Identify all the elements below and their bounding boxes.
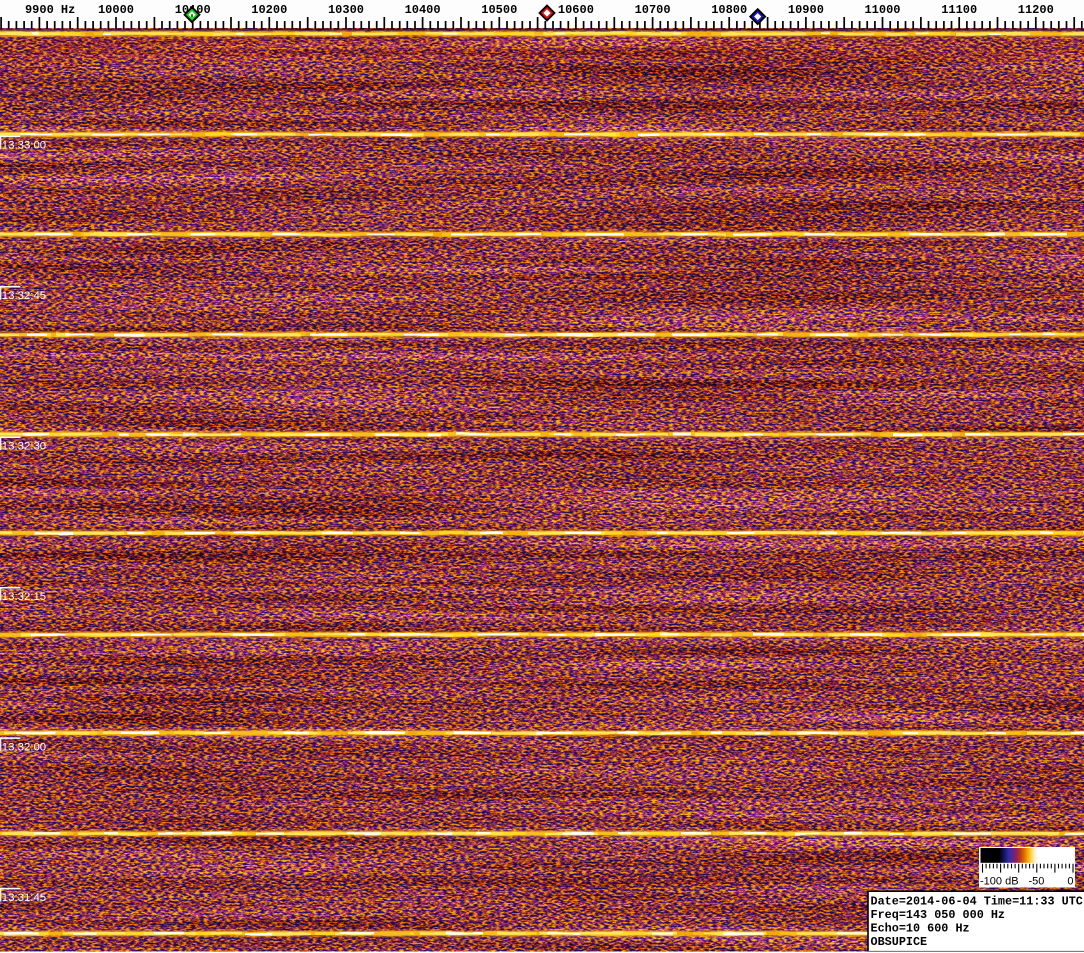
- svg-text:Date=2014-06-04 Time=11:33 UTC: Date=2014-06-04 Time=11:33 UTC: [871, 895, 1083, 909]
- svg-text:Hz: Hz: [61, 3, 75, 17]
- svg-text:11100: 11100: [941, 3, 977, 17]
- svg-text:10700: 10700: [635, 3, 671, 17]
- svg-text:10200: 10200: [251, 3, 287, 17]
- svg-text:13:32:45: 13:32:45: [2, 290, 46, 302]
- svg-text:OBSUPICE: OBSUPICE: [871, 935, 928, 949]
- svg-text:10600: 10600: [558, 3, 594, 17]
- svg-text:Freq=143 050 000 Hz: Freq=143 050 000 Hz: [871, 908, 1006, 922]
- svg-text:0: 0: [1067, 876, 1073, 888]
- svg-text:10500: 10500: [481, 3, 517, 17]
- svg-text:11200: 11200: [1018, 3, 1054, 17]
- svg-text:13:32:00: 13:32:00: [2, 741, 46, 753]
- svg-text:10400: 10400: [405, 3, 441, 17]
- svg-text:Echo=10 600 Hz: Echo=10 600 Hz: [871, 922, 970, 936]
- svg-text:10000: 10000: [98, 3, 134, 17]
- svg-text:-100 dB: -100 dB: [980, 876, 1019, 888]
- svg-text:10900: 10900: [788, 3, 824, 17]
- svg-text:9900: 9900: [25, 3, 54, 17]
- svg-text:10800: 10800: [711, 3, 747, 17]
- svg-text:10300: 10300: [328, 3, 364, 17]
- svg-text:-50: -50: [1028, 876, 1044, 888]
- svg-text:13:31:45: 13:31:45: [2, 892, 46, 904]
- svg-text:11000: 11000: [864, 3, 900, 17]
- svg-text:13:32:15: 13:32:15: [2, 591, 46, 603]
- svg-text:13:32:30: 13:32:30: [2, 440, 46, 452]
- svg-text:13:33:00: 13:33:00: [2, 140, 46, 152]
